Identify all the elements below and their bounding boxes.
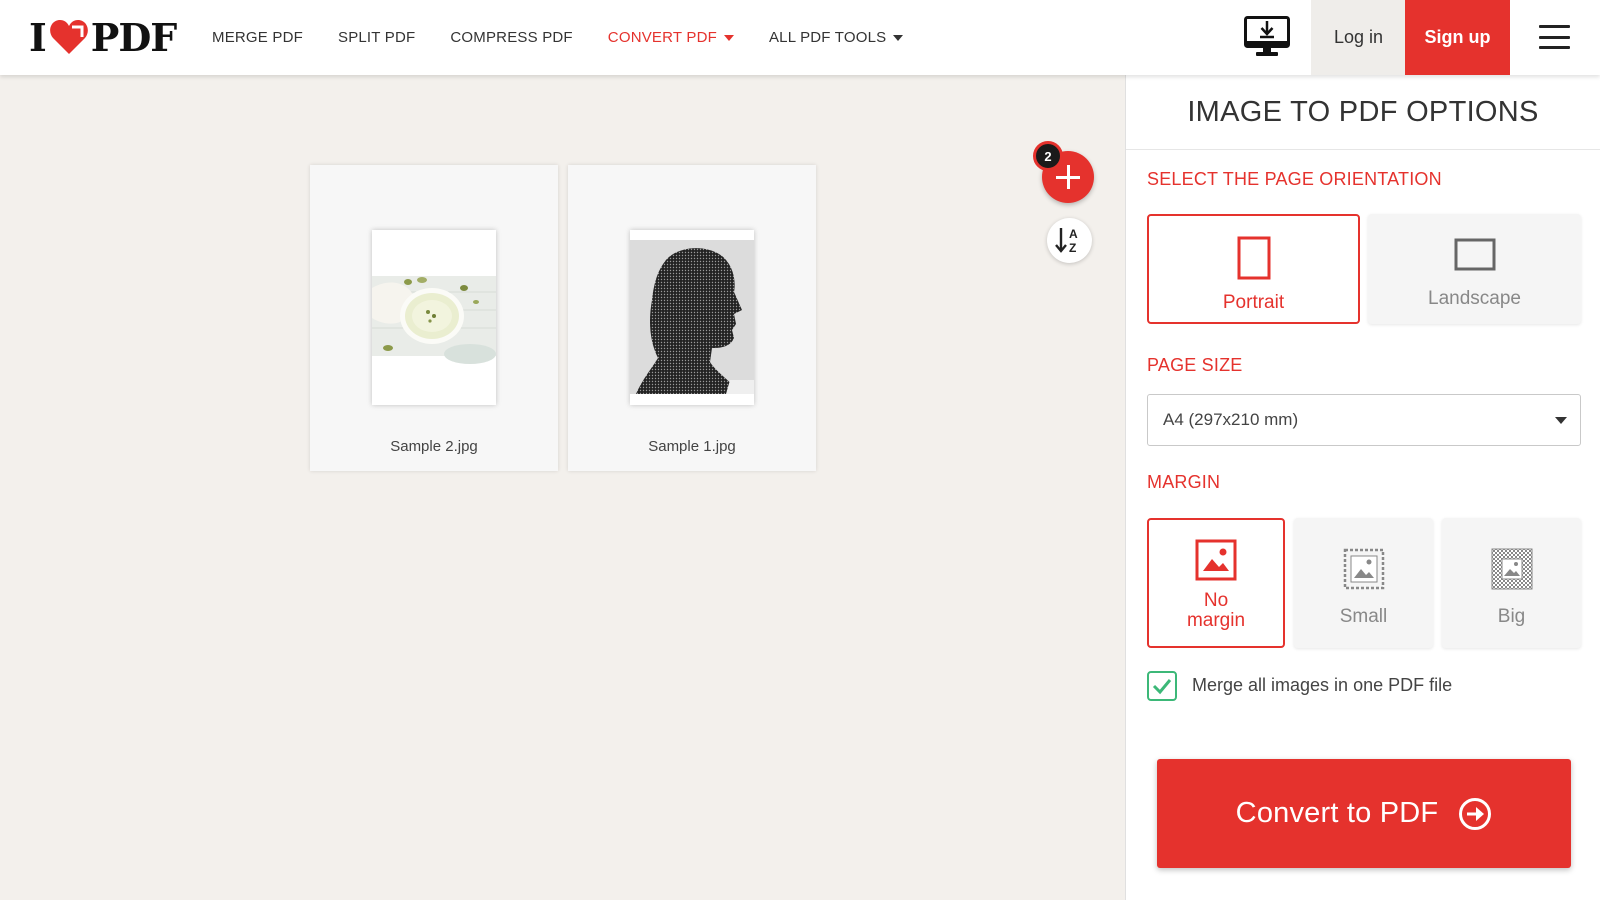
image-no-margin-icon: [1195, 539, 1237, 581]
nav-label: COMPRESS PDF: [450, 29, 573, 46]
menu-bar: [1539, 46, 1570, 49]
image-big-margin-icon: [1491, 548, 1532, 590]
margin-big-option[interactable]: Big: [1442, 518, 1581, 648]
chevron-down-icon: [893, 34, 904, 41]
orientation-portrait-option[interactable]: Portrait: [1147, 214, 1360, 324]
chevron-down-icon: [723, 34, 734, 41]
nav-merge-pdf[interactable]: MERGE PDF: [212, 29, 303, 46]
orientation-landscape-option[interactable]: Landscape: [1368, 214, 1581, 324]
option-label: No margin: [1186, 590, 1246, 631]
logo-text-i: I: [29, 14, 47, 60]
image-small-margin-icon: [1343, 548, 1384, 590]
nav-label: CONVERT PDF: [607, 29, 717, 46]
file-name: Sample 2.jpg: [390, 438, 478, 455]
soup-bowl-photo: [372, 230, 496, 405]
chevron-down-icon: [1555, 417, 1567, 424]
top-header: I PDF MERGE PDF SPLIT PDF COMPRESS PDF C…: [0, 0, 1600, 75]
nav-label: SPLIT PDF: [337, 29, 416, 46]
nav-label: ALL PDF TOOLS: [768, 29, 887, 46]
arrow-circle-right-icon: [1459, 797, 1492, 830]
login-button[interactable]: Log in: [1311, 0, 1406, 75]
menu-bar: [1539, 25, 1570, 28]
sort-files-button[interactable]: A Z: [1047, 218, 1092, 263]
options-sidebar: IMAGE TO PDF OPTIONS SELECT THE PAGE ORI…: [1125, 75, 1600, 900]
svg-text:A: A: [1069, 227, 1078, 241]
wireframe-head-photo: [630, 230, 754, 405]
heart-logo-icon: [49, 20, 88, 54]
option-label: Landscape: [1428, 288, 1521, 309]
nav-convert-pdf[interactable]: CONVERT PDF: [608, 29, 734, 46]
sort-az-icon: A Z: [1055, 227, 1078, 255]
hamburger-menu-icon[interactable]: [1539, 25, 1570, 49]
logo-text-pdf: PDF: [90, 14, 178, 60]
portrait-page-icon: [1237, 236, 1270, 280]
file-count-badge: 2: [1033, 141, 1063, 171]
page-size-value: A4 (297x210 mm): [1163, 410, 1299, 429]
checkmark-icon: [1152, 679, 1172, 695]
nav-split-pdf[interactable]: SPLIT PDF: [338, 29, 415, 46]
page-size-label: PAGE SIZE: [1147, 355, 1243, 375]
merge-images-checkbox[interactable]: [1147, 671, 1177, 701]
convert-label: Convert to PDF: [1235, 797, 1439, 829]
option-label: Big: [1497, 606, 1526, 627]
file-workspace: Sample 2.jpg Sample 1.jpg 2 A Z: [0, 75, 1125, 900]
signup-button[interactable]: Sign up: [1405, 0, 1510, 75]
option-label: Portrait: [1222, 292, 1285, 313]
convert-to-pdf-button[interactable]: Convert to PDF: [1157, 759, 1571, 868]
nav-all-pdf-tools[interactable]: ALL PDF TOOLS: [768, 29, 904, 46]
sidebar-title: IMAGE TO PDF OPTIONS: [1126, 75, 1600, 150]
desktop-download-icon[interactable]: [1244, 16, 1290, 58]
option-label: Small: [1339, 606, 1388, 627]
main-nav: MERGE PDF SPLIT PDF COMPRESS PDF CONVERT…: [212, 0, 938, 75]
file-name: Sample 1.jpg: [648, 438, 736, 455]
file-thumbnail: [630, 230, 754, 405]
file-thumbnail: [372, 230, 496, 405]
svg-text:Z: Z: [1069, 241, 1076, 255]
margin-label: MARGIN: [1147, 472, 1221, 492]
page-size-select[interactable]: A4 (297x210 mm): [1147, 394, 1581, 446]
merge-images-label: Merge all images in one PDF file: [1192, 675, 1453, 695]
margin-none-option[interactable]: No margin: [1147, 518, 1285, 648]
orientation-label: SELECT THE PAGE ORIENTATION: [1147, 169, 1442, 189]
ilovepdf-logo[interactable]: I PDF: [29, 14, 178, 60]
file-card[interactable]: Sample 2.jpg: [310, 165, 558, 471]
margin-small-option[interactable]: Small: [1294, 518, 1433, 648]
nav-compress-pdf[interactable]: COMPRESS PDF: [450, 29, 572, 46]
menu-bar: [1539, 35, 1570, 39]
nav-label: MERGE PDF: [212, 29, 303, 46]
landscape-page-icon: [1454, 238, 1495, 271]
file-card[interactable]: Sample 1.jpg: [568, 165, 816, 471]
